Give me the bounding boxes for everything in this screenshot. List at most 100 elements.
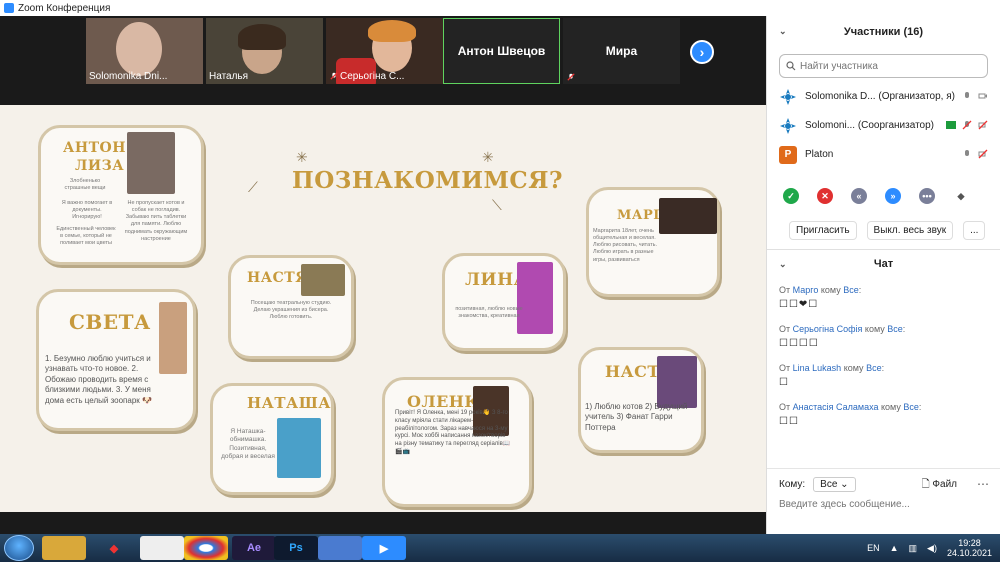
chat-title: Чат	[873, 258, 894, 270]
participant-video	[116, 22, 162, 76]
card-title: НАСТЯ	[247, 270, 309, 286]
clear-icon[interactable]: ◆	[953, 188, 969, 204]
participant-actions: Пригласить Выкл. весь звук ...	[767, 219, 1000, 241]
notepad-icon[interactable]	[140, 536, 184, 560]
chat-sender[interactable]: Марго	[793, 285, 819, 295]
photoshop-icon[interactable]: Ps	[274, 536, 318, 560]
participant-row[interactable]: Solomonika D... (Организатор, я)	[767, 82, 1000, 111]
tile-name: Мира	[605, 44, 638, 58]
participant-search[interactable]	[779, 54, 988, 78]
chat-sender[interactable]: Анастасія Саламаха	[793, 402, 879, 412]
start-button[interactable]	[4, 535, 34, 561]
avatar	[779, 116, 797, 135]
mic-icon[interactable]	[962, 149, 972, 159]
network-icon[interactable]: ▥	[909, 543, 918, 554]
after-effects-icon[interactable]: Ae	[232, 536, 276, 560]
shared-screen-slide: ✳ ✳ ⟋ ⟍ ПОЗНАКОМИМСЯ? АНТОН И ЛИЗА Злобн…	[0, 105, 766, 512]
video-icon[interactable]	[978, 91, 988, 101]
go-faster-icon[interactable]: »	[885, 188, 901, 204]
video-off-icon[interactable]	[978, 120, 988, 130]
clock-time: 19:28	[958, 537, 981, 548]
zoom-logo-icon	[4, 3, 14, 13]
mic-icon[interactable]	[962, 91, 972, 101]
clock[interactable]: 19:28 24.10.2021	[947, 538, 992, 559]
zoom-icon[interactable]: ▶	[362, 536, 406, 560]
chat-prefix: От	[779, 402, 791, 412]
card-nastya-2: НАСТЯ 1) Люблю котов 2) Будущий учитель …	[578, 347, 704, 453]
card-olenka: ОЛЕНКА Привіт! Я Оленка, мені 19 років👋 …	[382, 377, 532, 507]
card-sveta: СВЕТА 1. Безумно люблю учиться и узнават…	[36, 289, 196, 431]
no-icon[interactable]: ✕	[817, 188, 833, 204]
go-slower-icon[interactable]: «	[851, 188, 867, 204]
star-decoration-icon: ✳	[482, 149, 494, 165]
chat-message: От Lina Lukash кому Все: ☐	[767, 363, 1000, 388]
chat-sender[interactable]: Lina Lukash	[793, 363, 842, 373]
chat-body: ☐☐☐☐	[779, 338, 819, 349]
invite-button[interactable]: Пригласить	[789, 220, 857, 240]
sparkle-decoration-icon: ⟍	[492, 197, 502, 213]
recipient-value: Все	[820, 479, 838, 490]
video-tile[interactable]: Мира	[563, 18, 680, 84]
tray-arrow-icon[interactable]: ▲	[890, 543, 899, 553]
search-input[interactable]	[800, 60, 970, 72]
sparkle-decoration-icon: ⟋	[248, 179, 258, 195]
card-text: Маргарита 18лет, очень общительная и вес…	[593, 228, 657, 263]
mic-muted-icon	[567, 73, 575, 81]
tile-name: Серьогіна С...	[340, 71, 405, 82]
solomonika-logo-icon	[780, 88, 796, 105]
recipient-select[interactable]: Все ⌄	[813, 477, 856, 492]
video-tile[interactable]: Solomonika Dni...	[86, 18, 203, 84]
file-explorer-icon[interactable]	[42, 536, 86, 560]
title-bar: Zoom Конференция	[0, 0, 1000, 16]
card-natasha: НАТАША Я Наташка-обнимашка. Позитивная, …	[210, 383, 334, 495]
participant-role: (Соорганизатор)	[857, 120, 934, 131]
to-label: Кому:	[779, 479, 806, 490]
clock-date: 24.10.2021	[946, 548, 992, 558]
system-tray: EN ▲ ▥ ◀) 19:28 24.10.2021	[867, 536, 992, 560]
card-photo	[659, 198, 717, 234]
yes-icon[interactable]: ✓	[783, 188, 799, 204]
video-tile[interactable]: Антон Швецов	[443, 18, 560, 84]
collapse-chevron-icon[interactable]: ⌄	[779, 26, 787, 37]
chrome-icon[interactable]	[184, 536, 228, 560]
more-options-button[interactable]: ...	[963, 220, 986, 240]
participant-name: Solomonika D...	[805, 91, 876, 102]
search-icon	[786, 61, 796, 71]
next-page-button[interactable]: ›	[690, 40, 714, 64]
video-strip: Solomonika Dni... Наталья Серьогіна С...…	[0, 16, 766, 105]
participant-hair	[238, 24, 286, 50]
slide-title: ПОЗНАКОМИМСЯ?	[292, 167, 563, 194]
card-lina: ЛИНА позитивная, люблю новые знакомства,…	[442, 253, 566, 351]
mute-all-button[interactable]: Выкл. весь звук	[866, 220, 954, 240]
collapse-chevron-icon[interactable]: ⌄	[779, 259, 787, 270]
chat-sender[interactable]: Серьогіна Софія	[793, 324, 863, 334]
solomonika-logo-icon	[780, 117, 796, 134]
volume-icon[interactable]: ◀)	[927, 543, 937, 554]
card-margo: МАРГО Маргарита 18лет, очень общительная…	[586, 187, 720, 297]
participant-row[interactable]: P Platon	[767, 140, 1000, 169]
video-tile[interactable]: Наталья	[206, 18, 323, 84]
card-photo	[301, 264, 345, 296]
meeting-area: Solomonika Dni... Наталья Серьогіна С...…	[0, 16, 766, 512]
chat-more-icon[interactable]: ⋯	[977, 477, 989, 491]
card-photo	[657, 356, 697, 408]
more-icon[interactable]: •••	[919, 188, 935, 204]
windows-taskbar: ◆ Ae Ps ▶ EN ▲ ▥ ◀) 19:28 24.10.2021	[0, 534, 1000, 562]
card-text: 1) Люблю котов 2) Будущий учитель 3) Фан…	[585, 402, 688, 432]
file-button[interactable]: 🗋 Файл	[922, 477, 957, 494]
window-switcher-icon[interactable]	[318, 536, 362, 560]
ps-label: Ps	[289, 542, 303, 554]
avatar	[779, 87, 797, 106]
chat-to-word: кому	[820, 285, 841, 295]
star-decoration-icon: ✳	[296, 149, 308, 165]
screen-share-icon	[946, 121, 956, 129]
mic-muted-icon[interactable]	[962, 120, 972, 130]
app-icon[interactable]: ◆	[92, 536, 136, 560]
card-photo	[517, 262, 553, 334]
chat-to-word: кому	[881, 402, 901, 412]
language-indicator[interactable]: EN	[867, 543, 880, 553]
video-tile[interactable]: Серьогіна С...	[326, 18, 443, 84]
participant-row[interactable]: Solomoni... (Соорганизатор)	[767, 111, 1000, 140]
video-off-icon[interactable]	[978, 149, 988, 159]
message-input[interactable]	[779, 499, 989, 510]
